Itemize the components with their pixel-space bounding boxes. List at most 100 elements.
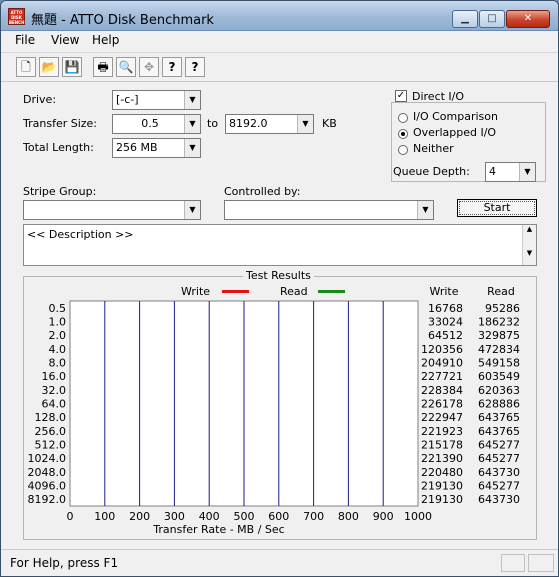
transfer-from-select[interactable]: 0.5 ▼ (112, 114, 201, 134)
stripe-group-label: Stripe Group: (23, 185, 97, 198)
context-help-icon[interactable]: ? (185, 57, 205, 77)
chevron-down-icon[interactable]: ▼ (519, 163, 535, 181)
total-length-select[interactable]: 256 MB ▼ (112, 138, 201, 158)
write-value: 227721 (421, 370, 463, 383)
maximize-button[interactable]: □ (479, 10, 505, 28)
x-axis-label: Transfer Rate - MB / Sec (152, 523, 284, 536)
description-scrollbar[interactable]: ▲ ▼ (522, 225, 536, 265)
legend-read-label: Read (280, 285, 308, 298)
kb-label: KB (322, 117, 337, 130)
io-comparison-label[interactable]: I/O Comparison (413, 110, 498, 123)
neither-label[interactable]: Neither (413, 142, 454, 155)
description-field[interactable]: << Description >> ▲ ▼ (23, 224, 537, 266)
x-tick-label: 700 (303, 510, 324, 523)
write-value: 226178 (421, 398, 463, 411)
start-button[interactable]: Start (457, 199, 537, 217)
controlled-by-select[interactable]: ▼ (224, 200, 434, 220)
overlapped-io-radio[interactable] (398, 129, 408, 139)
toolbar: 🗋 📂 💾 🖶 🔍 ✥ ? ? (1, 52, 558, 82)
x-tick-label: 800 (338, 510, 359, 523)
write-value: 221390 (421, 452, 463, 465)
read-column-header: Read (487, 285, 515, 298)
category-label: 2.0 (49, 329, 67, 342)
read-value: 603549 (478, 370, 520, 383)
legend-write-label: Write (181, 285, 210, 298)
help-icon[interactable]: ? (162, 57, 182, 77)
drive-select[interactable]: [-c-] ▼ (112, 90, 201, 110)
total-length-label: Total Length: (23, 141, 94, 154)
category-label: 4.0 (49, 343, 67, 356)
move-icon[interactable]: ✥ (139, 57, 159, 77)
chevron-down-icon[interactable]: ▼ (184, 115, 200, 133)
benchmark-panel: Drive: [-c-] ▼ Transfer Size: 0.5 ▼ to 8… (11, 83, 549, 548)
read-value: 643765 (478, 411, 520, 424)
read-value: 329875 (478, 329, 520, 342)
category-label: 4096.0 (28, 480, 67, 493)
write-value: 220480 (421, 466, 463, 479)
x-tick-label: 300 (164, 510, 185, 523)
category-label: 8.0 (49, 357, 67, 370)
atto-app-icon[interactable]: ATTO DISK BENCH (8, 8, 25, 25)
title-bar[interactable]: ATTO DISK BENCH 無題 - ATTO Disk Benchmark… (1, 1, 558, 31)
menu-file[interactable]: File (13, 33, 37, 47)
print-icon[interactable]: 🖶 (93, 57, 113, 77)
category-label: 64.0 (42, 398, 67, 411)
overlapped-io-label[interactable]: Overlapped I/O (413, 126, 496, 139)
save-icon[interactable]: 💾 (62, 57, 82, 77)
category-label: 512.0 (35, 439, 67, 452)
drive-label: Drive: (23, 93, 57, 106)
category-label: 256.0 (35, 425, 67, 438)
chevron-down-icon[interactable]: ▼ (184, 91, 200, 109)
x-tick-label: 0 (67, 510, 74, 523)
test-results-group: Test Results Write Read Write Read 0.5 16768 9… (23, 269, 537, 540)
x-tick-label: 1000 (404, 510, 432, 523)
queue-depth-select[interactable]: 4 ▼ (485, 162, 536, 182)
category-label: 8192.0 (28, 493, 67, 506)
write-value: 120356 (421, 343, 463, 356)
controlled-by-label: Controlled by: (224, 185, 301, 198)
chevron-down-icon[interactable]: ▼ (184, 139, 200, 157)
x-tick-label: 900 (373, 510, 394, 523)
minimize-button[interactable]: ▁ (452, 10, 478, 28)
menu-bar: File View Help (1, 31, 558, 51)
chevron-down-icon[interactable]: ▼ (184, 201, 200, 219)
io-comparison-radio[interactable] (398, 113, 408, 123)
to-label: to (207, 117, 219, 130)
write-value: 33024 (428, 316, 463, 329)
transfer-to-select[interactable]: 8192.0 ▼ (225, 114, 314, 134)
status-pane-2 (528, 554, 554, 572)
x-tick-label: 500 (234, 510, 255, 523)
category-label: 2048.0 (28, 466, 67, 479)
write-column-header: Write (429, 285, 458, 298)
legend-write-swatch (222, 290, 249, 293)
write-value: 228384 (421, 384, 463, 397)
read-value: 472834 (478, 343, 520, 356)
print-preview-icon[interactable]: 🔍 (116, 57, 136, 77)
direct-io-checkbox[interactable]: ✓ (395, 90, 407, 102)
read-value: 643730 (478, 466, 520, 479)
transfer-size-label: Transfer Size: (23, 117, 98, 130)
neither-radio[interactable] (398, 145, 408, 155)
x-tick-label: 600 (268, 510, 289, 523)
menu-help[interactable]: Help (90, 33, 121, 47)
menu-view[interactable]: View (49, 33, 81, 47)
write-value: 204910 (421, 357, 463, 370)
close-button[interactable]: ✕ (506, 10, 550, 28)
chevron-down-icon[interactable]: ▼ (417, 201, 433, 219)
category-label: 128.0 (35, 411, 67, 424)
write-value: 219130 (421, 480, 463, 493)
open-icon[interactable]: 📂 (39, 57, 59, 77)
category-label: 16.0 (42, 370, 67, 383)
read-value: 643730 (478, 493, 520, 506)
category-label: 1024.0 (28, 452, 67, 465)
read-value: 620363 (478, 384, 520, 397)
read-value: 645277 (478, 439, 520, 452)
stripe-group-select[interactable]: ▼ (23, 200, 201, 220)
chevron-down-icon[interactable]: ▼ (297, 115, 313, 133)
transfer-rate-chart: Write Read Write Read 0.5 16768 95286 1.0 33024 1… (28, 285, 521, 536)
status-pane-1 (501, 554, 525, 572)
status-help-text: For Help, press F1 (10, 556, 119, 570)
window-title: 無題 - ATTO Disk Benchmark (31, 13, 214, 28)
read-value: 645277 (478, 452, 520, 465)
new-icon[interactable]: 🗋 (16, 57, 36, 77)
